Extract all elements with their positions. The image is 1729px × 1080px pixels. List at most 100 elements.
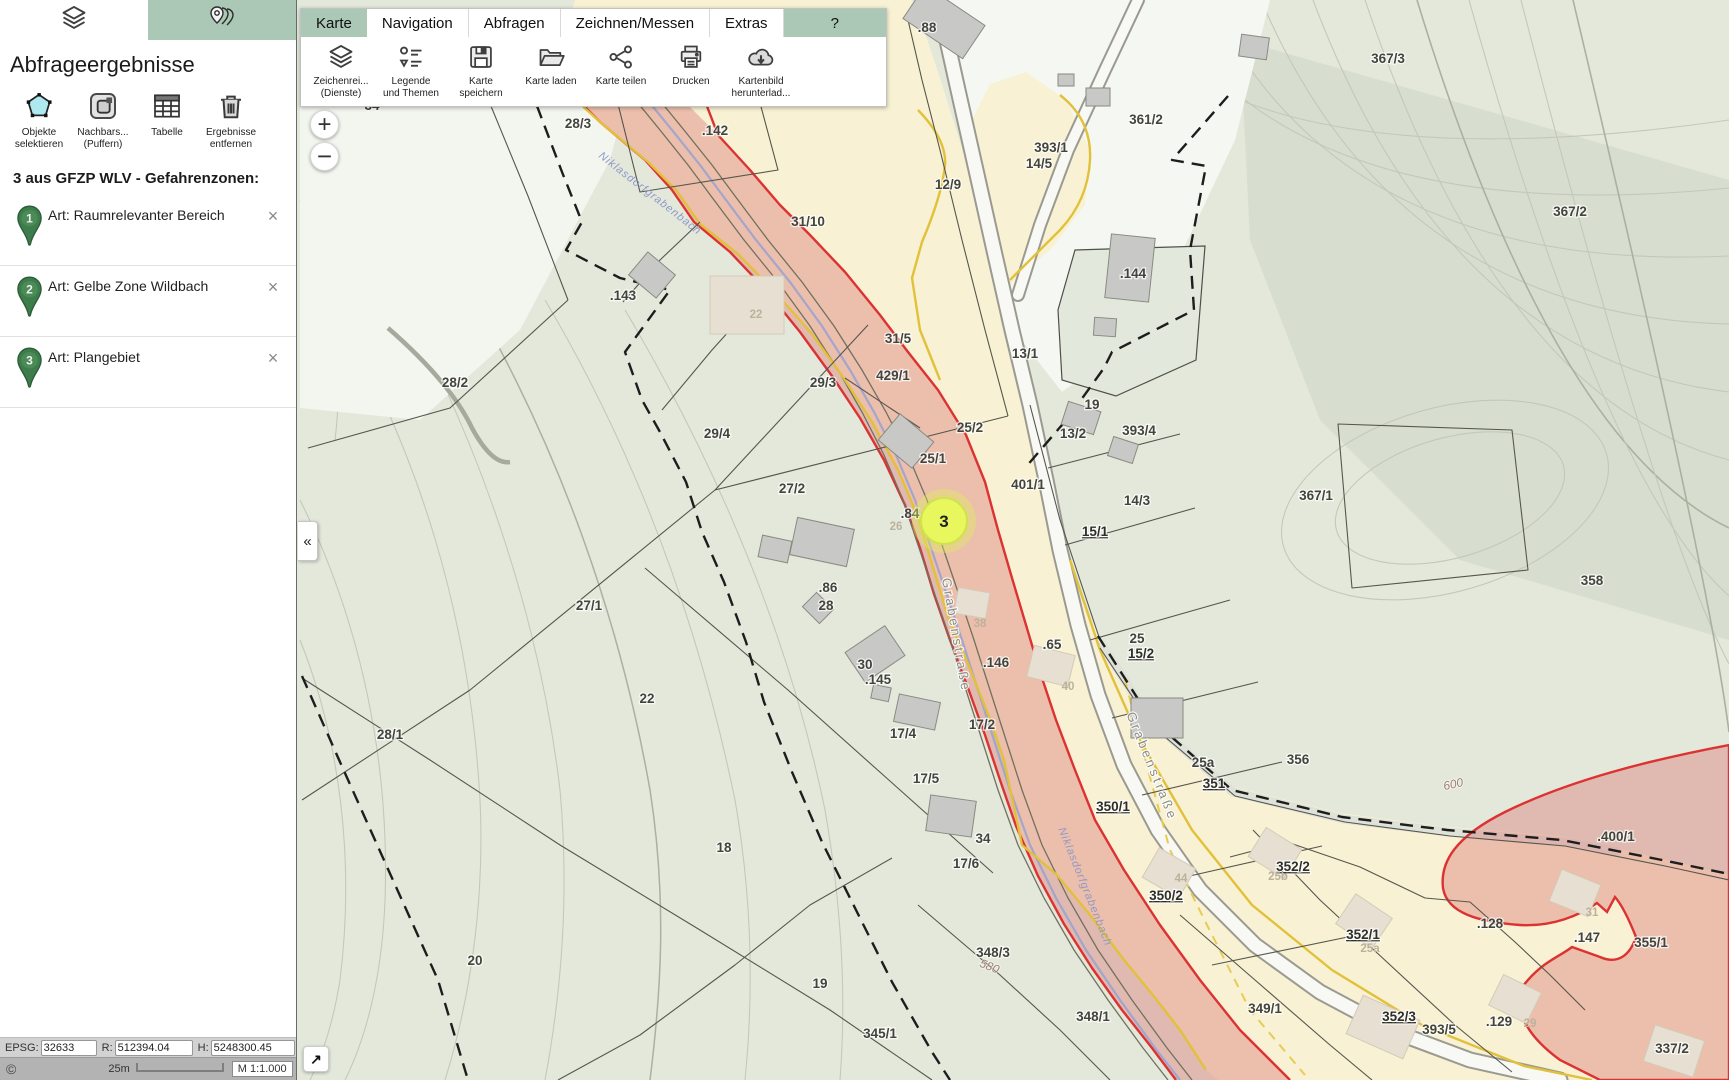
menu-tool-karte-speichern[interactable]: Kartespeichern [447, 43, 515, 100]
parcel-label: .144 [1120, 266, 1147, 281]
result-label: Art: Plangebiet [48, 345, 266, 365]
parcel-label: 14/3 [1124, 493, 1151, 508]
sidebar-tool-ergebnisse-entfernen[interactable]: Ergebnisseentfernen [202, 90, 260, 150]
result-pin-icon: 1 [15, 204, 44, 252]
parcel-label: 28 [818, 598, 834, 613]
menu-tab-help[interactable]: ? [784, 9, 886, 37]
epsg-label: EPSG: [5, 1042, 39, 1054]
parcel-label: 28/3 [565, 116, 592, 131]
result-pin-icon: 2 [15, 275, 44, 323]
sidebar-tool-tabelle[interactable]: Tabelle [138, 90, 196, 150]
tool-caption: Objekteselektieren [10, 127, 68, 150]
result-marker-3[interactable]: 3 [912, 489, 976, 553]
epsg-input[interactable] [41, 1040, 97, 1056]
parcel-label: 25/2 [957, 420, 983, 435]
trash-icon [216, 90, 246, 124]
parcel-label: .142 [702, 123, 728, 138]
sidebar-title: Abfrageergebnisse [0, 40, 296, 84]
menu-tool-legende-und-themen[interactable]: Legendeund Themen [377, 43, 445, 100]
parcel-label: 352/1 [1346, 927, 1380, 942]
parcel-label: 345/1 [863, 1026, 897, 1041]
menu-tab-navigation[interactable]: Navigation [367, 9, 469, 37]
r-coordinate-input[interactable] [115, 1040, 193, 1056]
menu-tab-extras[interactable]: Extras [710, 9, 784, 37]
parcel-label: 25 [1129, 631, 1145, 646]
sidebar-tool-objekte-selektieren[interactable]: Objekteselektieren [10, 90, 68, 150]
menu-tool-karte-teilen[interactable]: Karte teilen [587, 43, 655, 100]
parcel-label: 29/4 [704, 426, 731, 441]
parcel-label: 25a [1192, 755, 1215, 770]
parcel-label: 361/2 [1129, 112, 1163, 127]
parcel-label: 367/2 [1553, 204, 1587, 219]
fullscreen-button[interactable]: ↗ [303, 1046, 329, 1072]
result-label: Art: Gelbe Zone Wildbach [48, 274, 266, 294]
parcel-label: 13/2 [1060, 426, 1086, 441]
parcel-label: .88 [918, 20, 937, 35]
sidebar: Abfrageergebnisse Objekteselektieren Nach… [0, 0, 297, 1080]
parcel-label: 17/2 [969, 717, 995, 732]
parcel-label: 17/5 [913, 771, 940, 786]
parcel-label: 401/1 [1011, 477, 1045, 492]
parcel-label: .65 [1043, 637, 1062, 652]
parcel-label: 355/1 [1634, 935, 1668, 950]
tool-caption: Legendeund Themen [380, 76, 442, 100]
results-list: 1Art: Raumrelevanter Bereich× 2 Art: Gelbe… [0, 195, 296, 408]
table-icon [151, 90, 183, 124]
sidebar-tab-layers[interactable] [0, 0, 148, 40]
parcel-label: 367/1 [1299, 488, 1333, 503]
copyright-icon[interactable]: © [6, 1061, 16, 1077]
result-row-3[interactable]: 3 Art: Plangebiet× [0, 337, 296, 408]
parcel-label: 31/5 [885, 331, 912, 346]
parcel-label: 19 [812, 976, 827, 991]
parcel-label: 13/1 [1012, 346, 1039, 361]
results-heading: 3 aus GFZP WLV - Gefahrenzonen: [0, 152, 296, 195]
parcel-label: 28/1 [377, 727, 404, 742]
scale-bar: © 25m M 1:1.000 [0, 1057, 296, 1080]
sidebar-collapse-button[interactable]: « [298, 521, 318, 561]
parcel-label: 351 [1203, 776, 1226, 791]
scale-ratio-box[interactable]: M 1:1.000 [232, 1061, 293, 1077]
result-remove-button[interactable]: × [262, 347, 284, 369]
svg-text:2: 2 [26, 283, 33, 297]
menu-tool-drucken[interactable]: Drucken [657, 43, 725, 100]
select-polygon-icon [23, 90, 55, 124]
layers-icon [327, 43, 355, 73]
parcel-label: 349/1 [1248, 1001, 1282, 1016]
layers-icon [60, 4, 88, 37]
result-row-2[interactable]: 2 Art: Gelbe Zone Wildbach× [0, 266, 296, 337]
result-row-1[interactable]: 1Art: Raumrelevanter Bereich× [0, 195, 296, 266]
menu-tab-zeichnen-messen[interactable]: Zeichnen/Messen [561, 9, 710, 37]
sidebar-tab-bar [0, 0, 296, 40]
parcel-label: 20 [467, 953, 482, 968]
parcel-label: 337/2 [1655, 1041, 1689, 1056]
result-remove-button[interactable]: × [262, 205, 284, 227]
sidebar-tool-nachbars-puffern[interactable]: Nachbars...(Puffern) [74, 90, 132, 150]
sidebar-tab-map-pins[interactable] [148, 0, 296, 40]
parcel-label: 25b [1268, 871, 1288, 883]
parcel-label: 15/2 [1128, 646, 1154, 661]
h-coordinate-input[interactable] [211, 1040, 295, 1056]
tool-caption: Nachbars...(Puffern) [74, 127, 132, 150]
parcel-label: 22 [750, 309, 763, 321]
menu-tab-bar: KarteNavigationAbfragenZeichnen/MessenEx… [301, 9, 886, 37]
result-remove-button[interactable]: × [262, 276, 284, 298]
menu-tool-kartenbild-herunterlad[interactable]: Kartenbildherunterlad... [727, 43, 795, 100]
menu-tool-zeichenrei-dienste[interactable]: Zeichenrei...(Dienste) [307, 43, 375, 100]
zoom-out-button[interactable]: − [310, 142, 339, 171]
parcel-label: 356 [1287, 752, 1310, 767]
parcel-label: 358 [1581, 573, 1604, 588]
folder-icon [536, 43, 566, 73]
result-pin-icon: 3 [15, 346, 44, 394]
menu-tool-karte-laden[interactable]: Karte laden [517, 43, 585, 100]
parcel-label: 31/10 [791, 214, 825, 229]
r-label: R: [102, 1042, 113, 1054]
zoom-in-button[interactable]: + [310, 110, 339, 139]
menu-tab-karte[interactable]: Karte [301, 9, 367, 37]
parcel-label: 393/1 [1034, 140, 1068, 155]
menu-toolbar: Zeichenrei...(Dienste)Legendeund ThemenK… [301, 37, 886, 106]
menu-tab-abfragen[interactable]: Abfragen [469, 9, 561, 37]
tool-caption: Karte teilen [590, 76, 652, 88]
tool-caption: Karte laden [520, 76, 582, 88]
svg-text:3: 3 [26, 354, 33, 368]
parcel-label: 15/1 [1082, 524, 1109, 539]
